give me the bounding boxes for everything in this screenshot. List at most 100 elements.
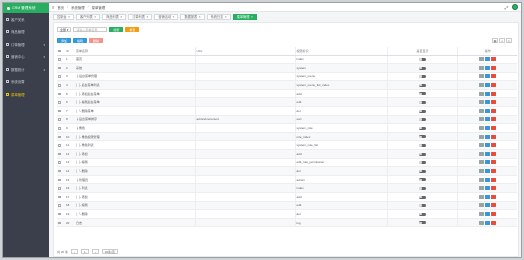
col-header-visible[interactable]: 是否显示: [387, 47, 458, 56]
delete-row-button[interactable]: [491, 74, 497, 79]
breadcrumb-item[interactable]: 系统管理: [71, 5, 85, 10]
visibility-toggle[interactable]: [419, 212, 426, 216]
delete-row-button[interactable]: [491, 108, 497, 113]
reset-button[interactable]: 重置: [125, 27, 140, 32]
visibility-toggle[interactable]: [419, 92, 426, 96]
tab-2[interactable]: 商品列表 ×: [102, 13, 127, 20]
edit-row-button[interactable]: [485, 220, 491, 225]
row-checkbox[interactable]: [57, 80, 65, 90]
row-checkbox[interactable]: [57, 140, 65, 151]
add-child-button[interactable]: [479, 65, 485, 70]
row-checkbox[interactable]: [57, 123, 65, 133]
edit-row-button[interactable]: [485, 151, 491, 156]
add-child-button[interactable]: [479, 177, 485, 182]
visibility-toggle[interactable]: [419, 143, 426, 147]
sidebar-item-3[interactable]: 营销中心 ▾: [3, 51, 49, 64]
print-icon[interactable]: ⎙: [506, 38, 512, 43]
edit-row-button[interactable]: [485, 177, 491, 182]
delete-button[interactable]: 删除: [89, 38, 104, 43]
col-header-name[interactable]: 菜单名称: [75, 47, 196, 56]
edit-row-button[interactable]: [485, 91, 491, 96]
search-input[interactable]: 请输入菜单名称: [73, 27, 108, 32]
edit-row-button[interactable]: [485, 126, 491, 131]
breadcrumb-home[interactable]: 首页: [57, 5, 64, 10]
delete-row-button[interactable]: [491, 126, 497, 131]
delete-row-button[interactable]: [491, 177, 497, 182]
close-icon[interactable]: ×: [173, 15, 175, 19]
next-page-button[interactable]: ›: [91, 249, 99, 254]
delete-row-button[interactable]: [491, 169, 497, 174]
table-row[interactable]: 13 │ ├ 编辑 edit_role_permission: [57, 158, 517, 168]
avatar[interactable]: [512, 4, 518, 10]
visibility-toggle[interactable]: [419, 83, 426, 87]
tab-7[interactable]: 菜单管理 ×: [232, 13, 257, 20]
table-row[interactable]: 9 ├ 角色 system_role: [57, 123, 517, 133]
visibility-toggle[interactable]: [419, 109, 426, 113]
visibility-toggle[interactable]: [419, 58, 426, 61]
sidebar-item-0[interactable]: 客户关系: [3, 13, 49, 26]
visibility-toggle[interactable]: [419, 152, 426, 156]
add-child-button[interactable]: [479, 57, 485, 62]
close-icon[interactable]: ×: [94, 15, 96, 19]
delete-row-button[interactable]: [491, 211, 497, 216]
visibility-toggle[interactable]: [419, 75, 426, 79]
table-row[interactable]: 20 日志 log: [57, 218, 517, 228]
edit-row-button[interactable]: [485, 57, 491, 62]
visibility-toggle[interactable]: [419, 169, 426, 173]
table-row[interactable]: 8 ├ 后台菜单排序 admin/menu/sort sort: [57, 115, 517, 125]
row-checkbox[interactable]: [57, 166, 65, 176]
visibility-toggle[interactable]: [419, 118, 426, 122]
table-row[interactable]: 1 首页 index: [57, 55, 517, 65]
delete-row-button[interactable]: [491, 100, 497, 105]
tab-1[interactable]: 客户列表 ×: [75, 13, 101, 20]
edit-row-button[interactable]: [485, 169, 491, 174]
row-checkbox[interactable]: [57, 55, 65, 65]
row-checkbox[interactable]: [57, 106, 65, 116]
add-child-button[interactable]: [479, 117, 485, 122]
visibility-toggle[interactable]: [419, 100, 426, 104]
edit-row-button[interactable]: [485, 194, 491, 199]
visibility-toggle[interactable]: [419, 126, 426, 130]
edit-row-button[interactable]: [485, 108, 491, 113]
table-row[interactable]: 19 │ └ 删除 del: [57, 209, 517, 219]
select-all-checkbox[interactable]: [57, 47, 65, 56]
add-child-button[interactable]: [479, 83, 485, 88]
edit-row-button[interactable]: [485, 117, 491, 122]
visibility-toggle[interactable]: [419, 204, 426, 208]
table-row[interactable]: 4 │ ├ 后台菜单列表 system_menu_list_index: [57, 80, 517, 90]
visibility-toggle[interactable]: [419, 195, 426, 199]
add-child-button[interactable]: [479, 151, 485, 156]
add-child-button[interactable]: [479, 160, 485, 165]
table-row[interactable]: 3 ├ 后台菜单管理 system_menu: [57, 72, 517, 82]
edit-row-button[interactable]: [485, 160, 491, 165]
tab-5[interactable]: 数据报表 ×: [180, 13, 205, 20]
delete-row-button[interactable]: [491, 160, 497, 165]
delete-row-button[interactable]: [491, 220, 497, 225]
add-child-button[interactable]: [479, 211, 485, 216]
row-checkbox[interactable]: [57, 132, 65, 142]
col-header-id[interactable]: ID: [65, 47, 75, 56]
delete-row-button[interactable]: [491, 151, 497, 156]
delete-row-button[interactable]: [491, 194, 497, 199]
fullscreen-icon[interactable]: ⤢: [505, 5, 508, 10]
delete-row-button[interactable]: [491, 203, 497, 208]
row-checkbox[interactable]: [57, 149, 65, 159]
edit-row-button[interactable]: [485, 65, 491, 70]
hamburger-icon[interactable]: ≡: [52, 5, 54, 10]
page-size-select[interactable]: 20条/页: [101, 249, 118, 254]
delete-row-button[interactable]: [491, 65, 497, 70]
close-icon[interactable]: ×: [225, 15, 227, 19]
export-icon[interactable]: ⇩: [499, 38, 505, 43]
add-child-button[interactable]: [479, 143, 485, 148]
edit-row-button[interactable]: [485, 143, 491, 148]
page-number[interactable]: 1: [81, 249, 89, 254]
row-checkbox[interactable]: [57, 218, 65, 228]
row-checkbox[interactable]: [57, 192, 65, 202]
tab-4[interactable]: 营销活动 ×: [154, 13, 179, 20]
visibility-toggle[interactable]: [419, 161, 426, 165]
tab-0[interactable]: 控制台 ×: [53, 13, 74, 20]
delete-row-button[interactable]: [491, 117, 497, 122]
sidebar-item-2[interactable]: 订单管理 ▾: [3, 38, 49, 51]
table-row[interactable]: 14 │ └ 删除 del: [57, 166, 517, 176]
visibility-toggle[interactable]: [419, 186, 426, 190]
